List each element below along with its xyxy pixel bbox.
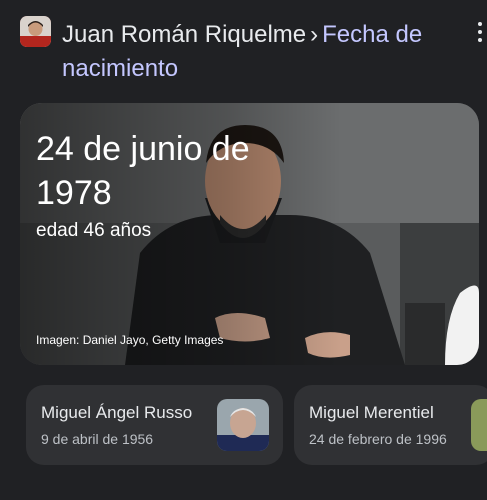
related-person-card[interactable]: Miguel Ángel Russo 9 de abril de 1956: [26, 385, 283, 465]
image-credit: Imagen: Daniel Jayo, Getty Images: [36, 333, 224, 347]
entity-name[interactable]: Juan Román Riquelme: [62, 21, 306, 48]
related-person-thumbnail: [471, 399, 487, 451]
birth-date: 24 de junio de 1978: [36, 130, 250, 212]
birth-date-card[interactable]: 24 de junio de 1978 edad 46 años Imagen:…: [20, 103, 479, 365]
related-person-name: Miguel Merentiel: [309, 403, 434, 422]
age-label: edad 46 años: [36, 220, 152, 241]
more-vert-icon[interactable]: [470, 18, 487, 46]
page-title: Juan Román Riquelme › Fecha de nacimiento: [62, 18, 442, 86]
related-person-card[interactable]: Miguel Merentiel 24 de febrero de 1996: [294, 385, 487, 465]
avatar[interactable]: [20, 16, 51, 47]
related-person-date: 24 de febrero de 1996: [309, 431, 447, 447]
related-person-name: Miguel Ángel Russo: [41, 403, 193, 422]
related-person-thumbnail: [217, 399, 269, 451]
related-person-date: 9 de abril de 1956: [41, 431, 154, 447]
breadcrumb-separator: ›: [310, 21, 319, 48]
